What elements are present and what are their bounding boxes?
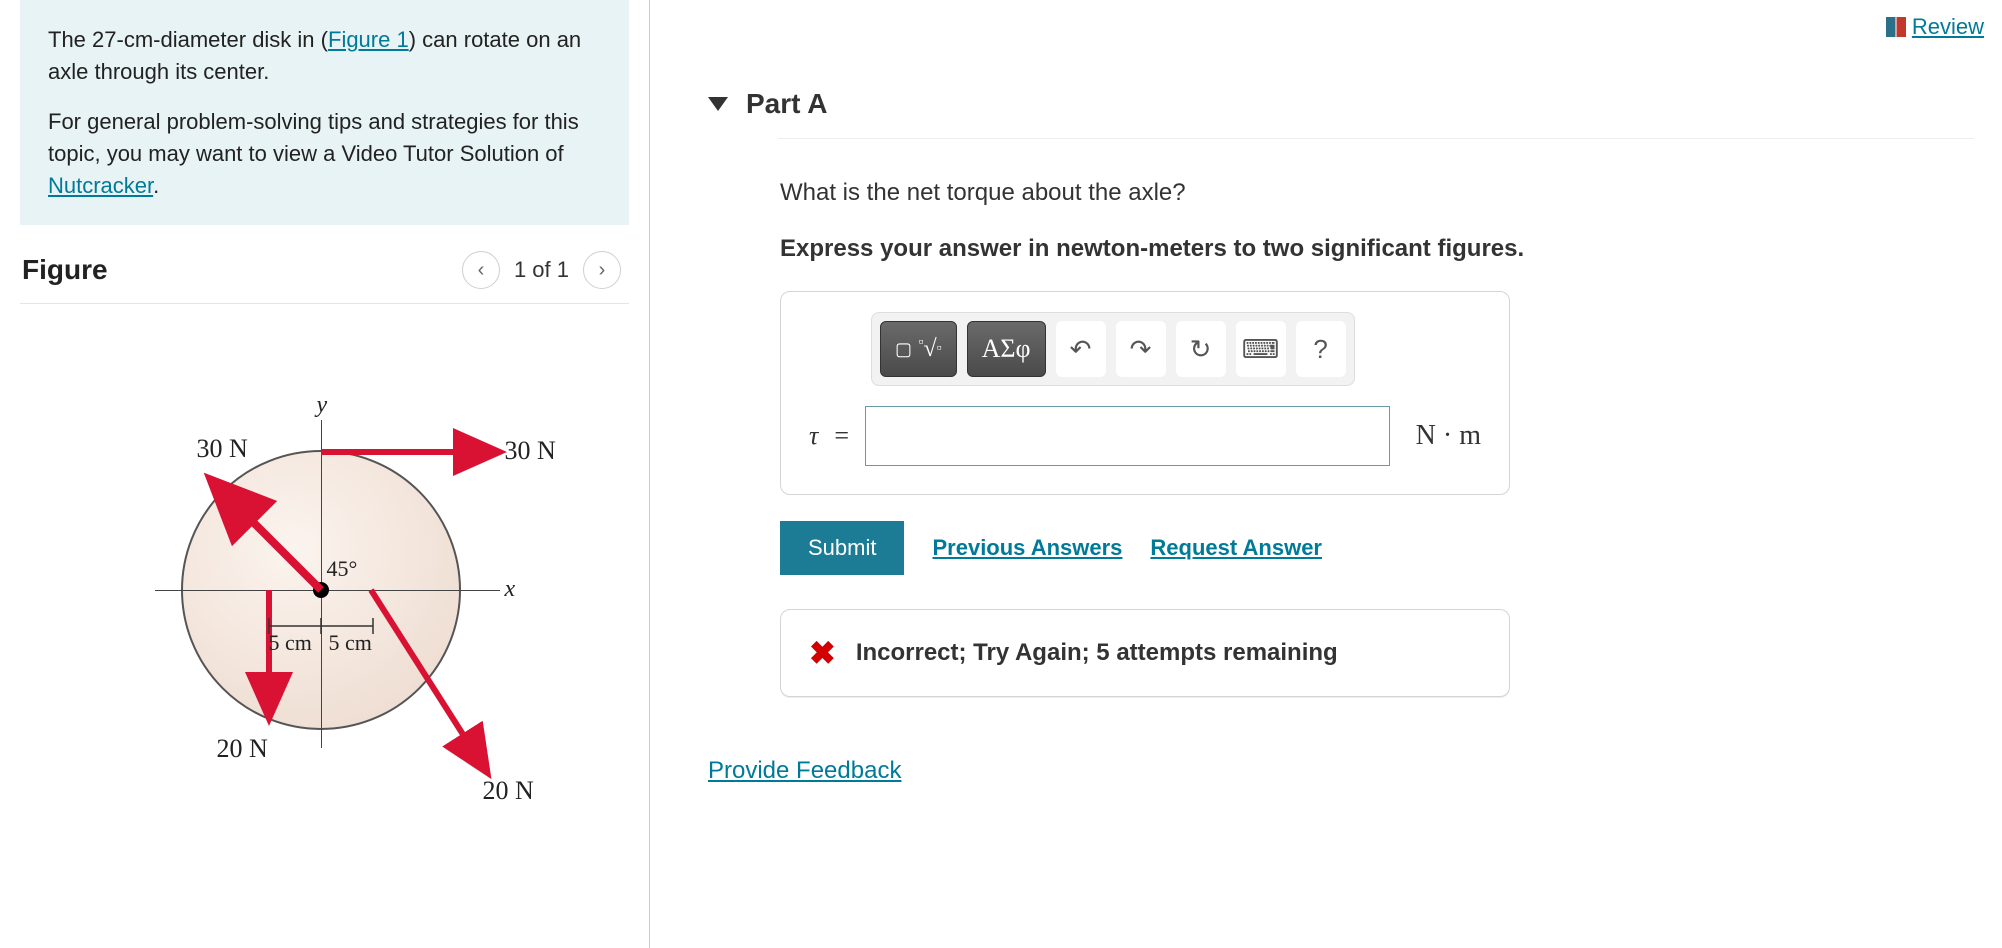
figure-count: 1 of 1: [514, 257, 569, 283]
answer-directive: Express your answer in newton-meters to …: [780, 235, 1580, 263]
part-title: Part A: [746, 88, 827, 120]
figure-link[interactable]: Figure 1: [328, 27, 409, 52]
left-panel: The 27-cm-diameter disk in (Figure 1) ca…: [0, 0, 650, 948]
equals-sign: =: [834, 421, 849, 451]
review-label: Review: [1912, 14, 1984, 40]
diameter-value: 27-cm: [92, 27, 153, 52]
t: For general problem-solving tips and str…: [48, 109, 579, 166]
x-label: x: [505, 576, 516, 603]
caret-down-icon: [708, 97, 728, 111]
request-answer-link[interactable]: Request Answer: [1150, 535, 1322, 561]
figure-next-button[interactable]: ›: [583, 251, 621, 289]
right-panel: Review Part A What is the net torque abo…: [650, 0, 2002, 948]
dim-5cm-left: 5 cm: [269, 630, 312, 656]
question-text: What is the net torque about the axle?: [780, 179, 1580, 207]
t: -diameter disk in (: [153, 27, 328, 52]
divider: [778, 138, 1974, 139]
variable-tau: τ: [809, 421, 818, 451]
actions-row: Submit Previous Answers Request Answer: [780, 521, 1580, 575]
equation-toolbar: ▢ ▫√▫ ΑΣφ ↶ ↷ ↻ ⌨ ?: [871, 312, 1355, 386]
provide-feedback-link[interactable]: Provide Feedback: [708, 757, 901, 785]
problem-text-2: For general problem-solving tips and str…: [48, 106, 601, 202]
y-label: y: [317, 392, 328, 419]
unit-label: N · m: [1416, 420, 1481, 452]
feedback-panel: ✖ Incorrect; Try Again; 5 attempts remai…: [780, 609, 1510, 697]
force-30n-right-label: 30 N: [505, 436, 556, 466]
force-20n-left-label: 20 N: [217, 734, 268, 764]
figure-prev-button[interactable]: ‹: [462, 251, 500, 289]
incorrect-icon: ✖: [809, 634, 836, 672]
reset-button[interactable]: ↻: [1176, 321, 1226, 377]
problem-statement: The 27-cm-diameter disk in (Figure 1) ca…: [20, 0, 629, 225]
keyboard-button[interactable]: ⌨: [1236, 321, 1286, 377]
dim-5cm-right: 5 cm: [329, 630, 372, 656]
greek-button[interactable]: ΑΣφ: [967, 321, 1046, 377]
problem-text-1: The 27-cm-diameter disk in (Figure 1) ca…: [48, 24, 601, 88]
angle-label: 45°: [327, 556, 358, 582]
answer-row: τ = N · m: [809, 406, 1481, 466]
review-link[interactable]: Review: [1886, 14, 1984, 40]
answer-input[interactable]: [865, 406, 1390, 466]
part-header[interactable]: Part A: [708, 76, 2002, 132]
answer-panel: ▢ ▫√▫ ΑΣφ ↶ ↷ ↻ ⌨ ? τ = N · m: [780, 291, 1510, 495]
figure-nav: ‹ 1 of 1 ›: [462, 251, 621, 289]
figure-header: Figure ‹ 1 of 1 ›: [20, 225, 629, 304]
templates-button[interactable]: ▢ ▫√▫: [880, 321, 957, 377]
redo-button[interactable]: ↷: [1116, 321, 1166, 377]
figure-image: y x 45° 30 N 30 N 20 N 20 N 5 cm 5 cm: [45, 334, 605, 834]
force-30n-left-label: 30 N: [197, 434, 248, 464]
feedback-text: Incorrect; Try Again; 5 attempts remaini…: [856, 639, 1338, 667]
submit-button[interactable]: Submit: [780, 521, 904, 575]
t: .: [153, 173, 159, 198]
center-dot: [313, 582, 329, 598]
undo-button[interactable]: ↶: [1056, 321, 1106, 377]
book-icon: [1886, 17, 1906, 37]
figure-title: Figure: [22, 254, 108, 286]
t: The: [48, 27, 92, 52]
part-content: What is the net torque about the axle? E…: [780, 179, 1580, 697]
previous-answers-link[interactable]: Previous Answers: [932, 535, 1122, 561]
tutor-link[interactable]: Nutcracker: [48, 173, 153, 198]
help-button[interactable]: ?: [1296, 321, 1346, 377]
force-20n-right-label: 20 N: [483, 776, 534, 806]
